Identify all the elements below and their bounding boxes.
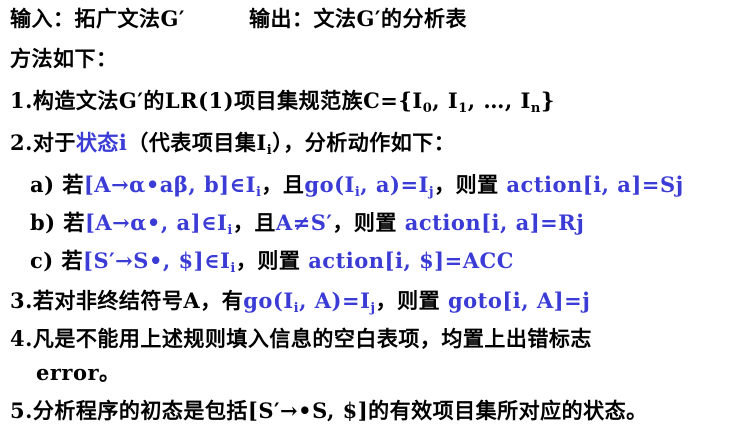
step-5: 5.分析程序的初态是包括[S′→•S, $]的有效项目集所对应的状态。 xyxy=(10,398,648,423)
state-i-term: 状态i xyxy=(75,130,128,155)
rule-c: c) 若[S′→S•, $]∈Ii，则置 action[i, $]=ACC xyxy=(30,248,514,276)
step-1: 1.构造文法G′的LR(1)项目集规范族C={I0, I1, …, In} xyxy=(10,88,555,116)
rule-b-cond: A≠S′ xyxy=(275,210,333,235)
step-3: 3.若对非终结符号A，有go(Ii, A)=Ij，则置 goto[i, A]=j xyxy=(10,288,591,316)
input-label: 输入：拓广文法G′ xyxy=(10,6,185,31)
method-title: 方法如下： xyxy=(10,46,118,71)
rule-b-item: [A→α•, a]∈Ii xyxy=(84,210,233,238)
rule-b-action: action[i, a]=Rj xyxy=(404,210,585,235)
step-2: 2.对于状态i（代表项目集Ii），分析动作如下： xyxy=(10,130,456,158)
rule-a: a) 若[A→α•aβ, b]∈Ii，且go(Ii, a)=Ij，则置 acti… xyxy=(30,172,684,200)
step-4-line-1: 4.凡是不能用上述规则填入信息的空白表项，均置上出错标志 xyxy=(10,326,592,351)
rule-b: b) 若[A→α•, a]∈Ii，且A≠S′，则置 action[i, a]=R… xyxy=(30,210,585,238)
output-label: 输出：文法G′的分析表 xyxy=(248,6,467,31)
rule-a-go: go(Ii, a)=Ij xyxy=(304,172,435,200)
rule-a-item: [A→α•aβ, b]∈Ii xyxy=(83,172,262,200)
step-3-go: go(Ii, A)=Ij xyxy=(243,288,376,316)
header-line: 输入：拓广文法G′ 输出：文法G′的分析表 xyxy=(10,4,467,34)
step-4-line-2: error。 xyxy=(36,360,121,385)
rule-c-item: [S′→S•, $]∈Ii xyxy=(83,248,236,276)
rule-c-action: action[i, $]=ACC xyxy=(308,248,514,273)
slide: 输入：拓广文法G′ 输出：文法G′的分析表 方法如下： 1.构造文法G′的LR(1… xyxy=(0,0,752,441)
rule-a-action: action[i, a]=Sj xyxy=(506,172,684,197)
step-3-goto: goto[i, A]=j xyxy=(447,288,591,313)
